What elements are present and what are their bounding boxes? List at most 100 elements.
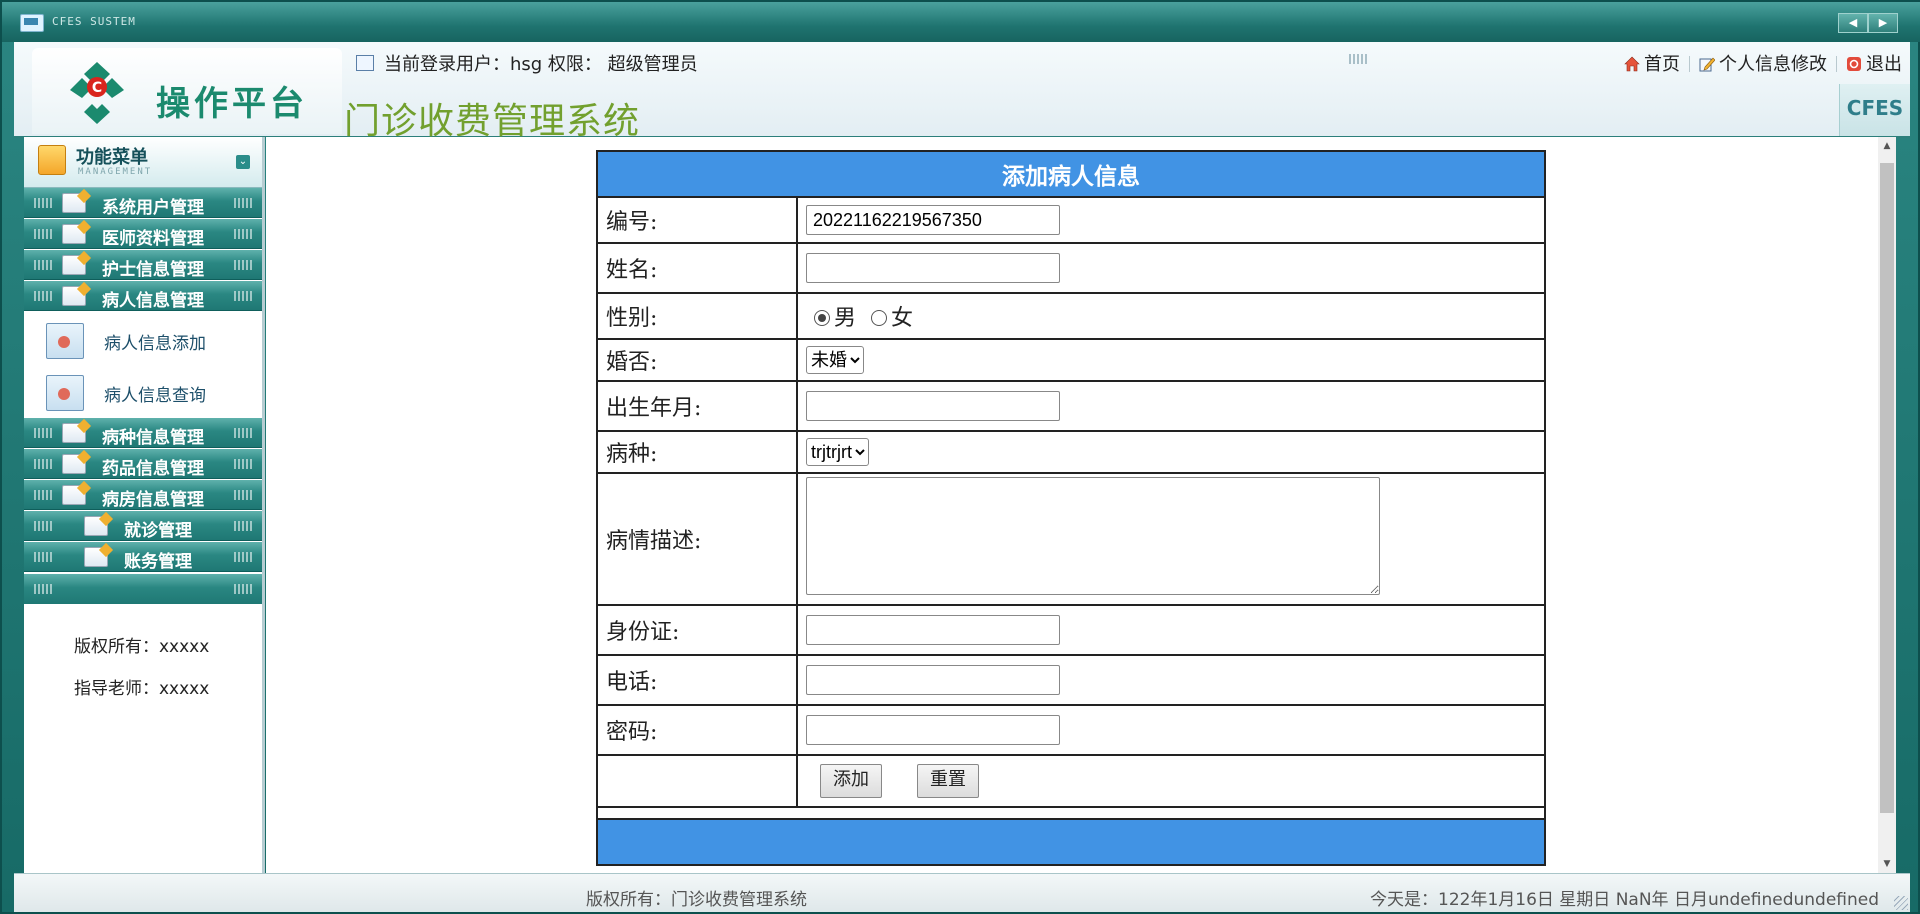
profile-edit-link[interactable]: 个人信息修改 [1699,54,1827,75]
patient-card-icon [46,323,84,359]
edit-icon [84,547,108,567]
buttons-label-cell [596,754,798,808]
idcard-label: 身份证: [596,604,798,656]
sidebar: 功能菜单 MANAGEMENT ⌄ 系统用户管理 医师资料管理 护士信息管理 病… [24,137,265,873]
disease-label: 病种: [596,430,798,474]
gender-label: 性别: [596,292,798,340]
subitem-label: 病人信息添加 [104,334,206,354]
sidebar-item-nurses[interactable]: 护士信息管理 [24,250,262,280]
phone-field[interactable] [806,665,1060,695]
app-window: CFES SUSTEM ◀ ▶ C 操作平台 当前登录用户：hsg 权限： 超级… [0,0,1920,914]
profile-link-label: 个人信息修改 [1719,54,1827,75]
status-copyright: 版权所有：门诊收费管理系统 [586,890,807,910]
description-label: 病情描述: [596,472,798,606]
marital-label: 婚否: [596,338,798,382]
user-info-text: 当前登录用户：hsg 权限： 超级管理员 [384,54,698,75]
edit-icon [62,423,86,443]
birth-label: 出生年月: [596,380,798,432]
description-textarea[interactable] [806,477,1380,595]
birth-date-field[interactable] [806,391,1060,421]
sidebar-item-label: 病房信息管理 [102,490,204,510]
sidebar-item-accounts[interactable]: 账务管理 [24,542,262,572]
window-titlebar: CFES SUSTEM ◀ ▶ [2,2,1920,42]
sidebar-subitem-patient-query[interactable]: 病人信息查询 [24,367,262,417]
sidebar-item-doctors[interactable]: 医师资料管理 [24,219,262,249]
sidebar-copyright: 版权所有：xxxxx [74,637,210,657]
edit-icon [1699,57,1715,72]
phone-label: 电话: [596,654,798,706]
gender-male-radio[interactable] [814,310,830,326]
sidebar-item-diseases[interactable]: 病种信息管理 [24,418,262,448]
status-bar: 版权所有：门诊收费管理系统 今天是：122年1月16日 星期日 NaN年 日月u… [14,873,1910,912]
home-link[interactable]: 首页 [1624,54,1680,75]
scroll-thumb[interactable] [1880,163,1894,813]
sidebar-item-label: 系统用户管理 [102,198,204,218]
sidebar-title: 功能菜单 [76,147,148,168]
sidebar-item-patients[interactable]: 病人信息管理 [24,281,262,311]
gender-female-label: 女 [891,306,914,331]
sidebar-footer-bar [24,574,262,604]
logout-icon [1847,57,1861,71]
logo-area: C 操作平台 [32,48,342,134]
edit-icon [84,516,108,536]
gender-female-radio[interactable] [871,310,888,326]
edit-icon [62,255,86,275]
sidebar-item-visits[interactable]: 就诊管理 [24,511,262,541]
prev-arrow-button[interactable]: ◀ [1838,13,1868,33]
form-title: 添加病人信息 [596,150,1546,198]
password-field[interactable] [806,715,1060,745]
id-label: 编号: [596,196,798,244]
edit-icon [62,193,86,213]
resize-grip-icon[interactable] [1894,896,1908,910]
disease-select[interactable]: trjtrjrt [806,438,869,466]
svg-text:C: C [92,80,102,96]
sidebar-item-label: 护士信息管理 [102,260,204,280]
edit-icon [62,224,86,244]
scroll-up-icon[interactable]: ▲ [1878,137,1896,155]
sidebar-item-drugs[interactable]: 药品信息管理 [24,449,262,479]
id-field[interactable] [806,205,1060,235]
name-field[interactable] [806,253,1060,283]
window-icon [356,55,374,71]
scroll-down-icon[interactable]: ▼ [1878,855,1896,873]
password-label: 密码: [596,704,798,756]
sidebar-item-system-users[interactable]: 系统用户管理 [24,188,262,218]
collapse-chevron-icon[interactable]: ⌄ [236,155,250,169]
spacer-row [596,806,1546,820]
sidebar-teacher: 指导老师：xxxxx [74,679,210,699]
sidebar-item-label: 病种信息管理 [102,428,204,448]
home-link-label: 首页 [1644,54,1680,75]
menu-folder-icon [38,145,66,175]
form-footer-bar [596,818,1546,866]
drag-grip[interactable] [1349,54,1369,64]
home-icon [1624,56,1640,72]
sidebar-subtitle: MANAGEMENT [78,167,153,177]
logout-link-label: 退出 [1866,54,1902,75]
idcard-field[interactable] [806,615,1060,645]
logout-link[interactable]: 退出 [1846,54,1902,75]
marital-select[interactable]: 未婚 [806,346,864,374]
name-label: 姓名: [596,242,798,294]
sidebar-header: 功能菜单 MANAGEMENT ⌄ [24,137,262,188]
gender-male-label: 男 [834,306,857,331]
add-button[interactable]: 添加 [820,764,882,798]
window-icon [20,14,44,32]
sidebar-item-label: 药品信息管理 [102,459,204,479]
edit-icon [62,485,86,505]
main-content: 添加病人信息 编号: 姓名: 性别: 男 女 婚否: 未婚 出生年 [266,137,1878,873]
window-title: CFES SUSTEM [52,15,136,28]
sidebar-item-label: 医师资料管理 [102,229,204,249]
sidebar-subitem-patient-add[interactable]: 病人信息添加 [24,315,262,365]
status-date: 今天是：122年1月16日 星期日 NaN年 日月undefinedundefi… [1370,890,1880,910]
patient-add-form: 添加病人信息 编号: 姓名: 性别: 男 女 婚否: 未婚 出生年 [596,150,1546,866]
next-arrow-button[interactable]: ▶ [1868,13,1898,33]
header: C 操作平台 当前登录用户：hsg 权限： 超级管理员 首页 个人信息修改 退出 门… [14,42,1910,142]
reset-button[interactable]: 重置 [917,764,979,798]
logo-icon: C [70,62,124,124]
brand-badge: CFES [1839,84,1910,136]
vertical-scrollbar[interactable]: ▲ ▼ [1878,137,1896,873]
sidebar-item-wards[interactable]: 病房信息管理 [24,480,262,510]
top-links: 首页 个人信息修改 退出 [1624,50,1902,76]
current-user-info: 当前登录用户：hsg 权限： 超级管理员 [356,50,698,75]
edit-icon [62,286,86,306]
